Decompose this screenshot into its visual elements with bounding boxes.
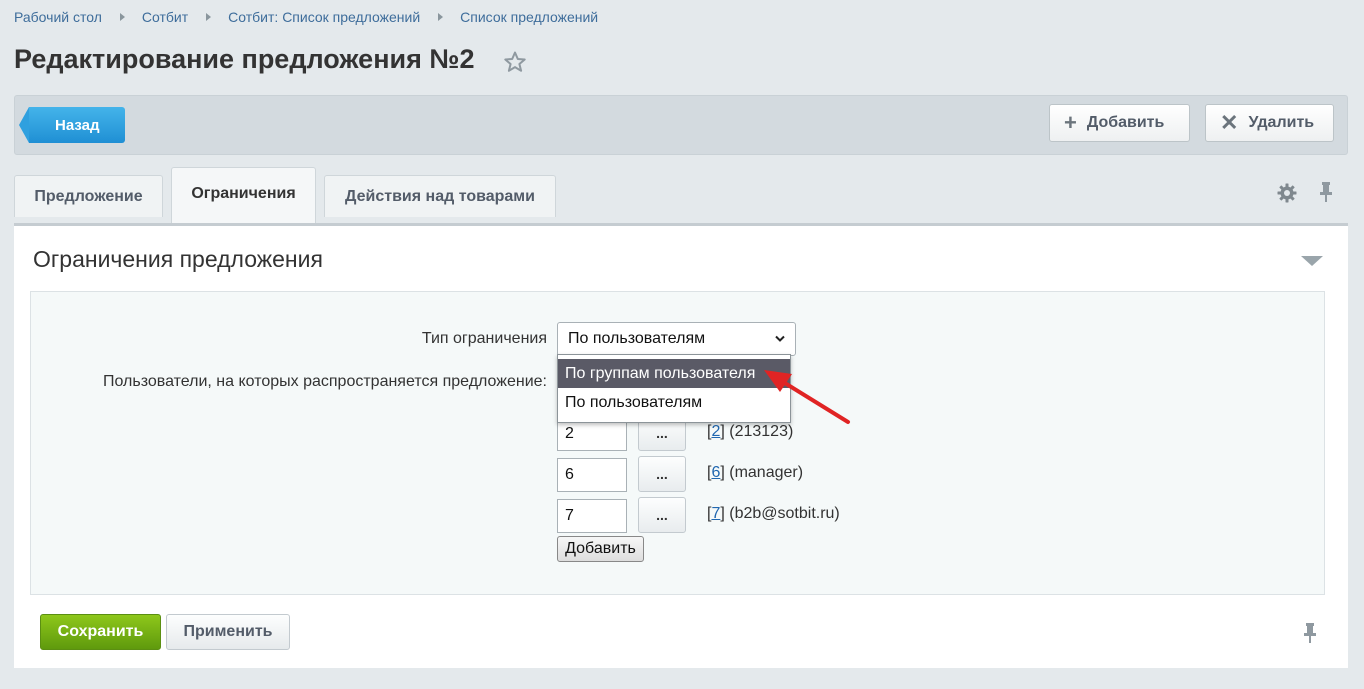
user-id-input[interactable] xyxy=(557,458,627,492)
breadcrumb-separator-icon xyxy=(206,13,212,21)
user-name: (b2b@sotbit.ru) xyxy=(729,505,840,522)
save-button[interactable]: Сохранить xyxy=(40,614,161,650)
tab-offer[interactable]: Предложение xyxy=(14,175,163,217)
restrictions-panel: Ограничения предложения Тип ограничения … xyxy=(14,223,1348,668)
apply-button[interactable]: Применить xyxy=(166,614,290,650)
star-icon[interactable] xyxy=(503,50,527,74)
plus-icon: + xyxy=(1064,110,1077,135)
section-title: Ограничения предложения xyxy=(33,246,323,272)
delete-button-label: Удалить xyxy=(1248,114,1315,131)
close-icon: ✕ xyxy=(1220,110,1239,135)
users-label: Пользователи, на которых распространяетс… xyxy=(102,373,547,390)
add-button-label: Добавить xyxy=(1086,114,1165,131)
restriction-type-select[interactable]: По пользователям xyxy=(557,322,796,356)
breadcrumb-sotbit[interactable]: Сотбит xyxy=(142,9,188,25)
form-area: Тип ограничения По пользователям Пользов… xyxy=(30,291,1325,595)
user-link[interactable]: 6 xyxy=(711,464,720,481)
page-title: Редактирование предложения №2 xyxy=(14,44,475,74)
collapse-triangle-icon[interactable] xyxy=(1301,256,1323,266)
delete-button[interactable]: ✕ Удалить xyxy=(1205,104,1334,142)
user-link[interactable]: 2 xyxy=(711,423,720,440)
add-user-row-button[interactable]: Добавить xyxy=(557,536,644,562)
user-info: [7] (b2b@sotbit.ru) xyxy=(707,505,840,522)
breadcrumb-sotbit-offers[interactable]: Сотбит: Список предложений xyxy=(228,9,420,25)
user-name: (manager) xyxy=(729,464,804,481)
pin-icon[interactable] xyxy=(1301,622,1319,644)
user-id-input[interactable] xyxy=(557,499,627,533)
restriction-type-label: Тип ограничения xyxy=(421,330,547,347)
tab-product-actions[interactable]: Действия над товарами xyxy=(324,175,556,217)
tab-restrictions[interactable]: Ограничения xyxy=(171,167,316,223)
breadcrumb-separator-icon xyxy=(438,13,444,21)
red-arrow-annotation-icon xyxy=(764,370,850,424)
breadcrumb: Рабочий стол Сотбит Сотбит: Список предл… xyxy=(14,9,598,25)
back-button[interactable]: Назад xyxy=(19,107,125,143)
add-button[interactable]: + Добавить xyxy=(1049,104,1190,142)
breadcrumb-offer-list[interactable]: Список предложений xyxy=(460,9,598,25)
chevron-down-icon xyxy=(775,335,785,342)
toolbar: Назад + Добавить ✕ Удалить xyxy=(14,95,1348,155)
breadcrumb-desktop[interactable]: Рабочий стол xyxy=(14,9,102,25)
gear-icon[interactable] xyxy=(1277,183,1297,203)
breadcrumb-separator-icon xyxy=(119,13,125,21)
user-pick-button[interactable]: ... xyxy=(638,497,686,533)
user-pick-button[interactable]: ... xyxy=(638,456,686,492)
restriction-type-value: По пользователям xyxy=(568,330,706,347)
pin-icon[interactable] xyxy=(1317,181,1335,203)
user-info: [6] (manager) xyxy=(707,464,804,481)
user-link[interactable]: 7 xyxy=(711,505,720,522)
